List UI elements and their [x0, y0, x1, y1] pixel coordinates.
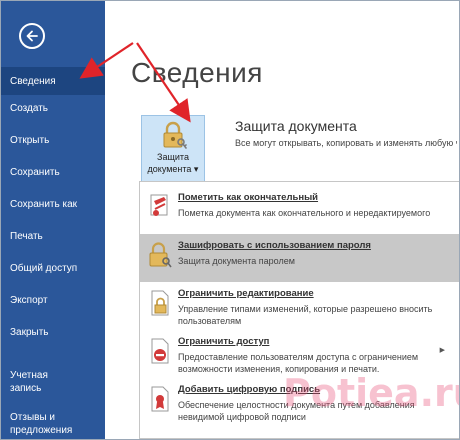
submenu-arrow-icon: ▶ [439, 347, 445, 354]
backstage-sidebar: Сведения Создать Открыть Сохранить Сохра… [1, 1, 105, 439]
section-title: Защита документа [235, 118, 357, 134]
lock-key-icon [149, 242, 172, 268]
nav-share[interactable]: Общий доступ [1, 262, 105, 275]
menu-item-restrict-editing[interactable]: Ограничить редактирование Управление тип… [140, 282, 459, 330]
menu-item-desc: Управление типами изменений, которые раз… [178, 304, 433, 326]
nav-export[interactable]: Экспорт [1, 294, 105, 307]
signature-ribbon-icon [151, 386, 169, 412]
ribbon-document-icon [150, 194, 168, 216]
nav-open[interactable]: Открыть [1, 134, 105, 147]
nav-save-as[interactable]: Сохранить как [1, 198, 105, 211]
menu-item-title: Зашифровать с использованием пароля [178, 240, 371, 251]
menu-item-encrypt-password[interactable]: Зашифровать с использованием пароля Защи… [140, 234, 459, 282]
back-button[interactable] [19, 23, 45, 49]
nav-close[interactable]: Закрыть [1, 326, 105, 339]
section-description: Все могут открывать, копировать и изменя… [235, 138, 457, 148]
menu-item-title: Ограничить редактирование [178, 288, 314, 299]
page-title: Сведения [131, 57, 263, 88]
watermark: Potiea.ru [283, 371, 459, 415]
window: Сведения Создать Открыть Сохранить Сохра… [0, 0, 460, 440]
restrict-access-icon [151, 338, 169, 364]
protect-button-label-1: Защита [157, 152, 189, 162]
lock-key-icon [163, 121, 187, 149]
nav-feedback[interactable]: Отзывы и предложения [1, 411, 81, 437]
menu-item-mark-final[interactable]: Пометить как окончательный Пометка докум… [140, 186, 459, 234]
nav-new[interactable]: Создать [1, 102, 105, 115]
nav-account[interactable]: Учетная запись [1, 369, 71, 395]
nav-save[interactable]: Сохранить [1, 166, 105, 179]
menu-item-title: Ограничить доступ [178, 336, 270, 347]
nav-print[interactable]: Печать [1, 230, 105, 243]
menu-item-desc: Пометка документа как окончательного и н… [178, 208, 431, 218]
lock-document-icon [151, 290, 169, 316]
nav-info[interactable]: Сведения [1, 67, 105, 95]
menu-item-desc: Защита документа паролем [178, 256, 295, 266]
back-arrow-icon [26, 30, 38, 42]
protect-document-button[interactable]: Защита документа ▾ [141, 115, 205, 183]
protect-button-label-2: документа ▾ [147, 164, 199, 174]
menu-item-title: Пометить как окончательный [178, 192, 319, 203]
